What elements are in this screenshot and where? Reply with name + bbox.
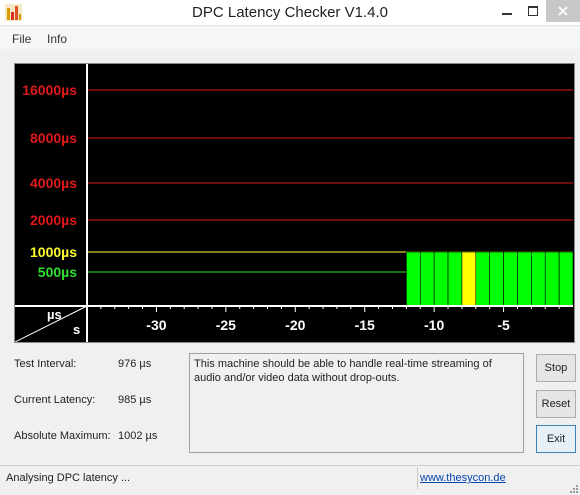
maximize-button[interactable] (520, 0, 546, 22)
latency-bar (447, 251, 463, 307)
menu-file[interactable]: File (12, 32, 31, 46)
latency-bar (475, 251, 490, 307)
x-tick-label: -30 (146, 317, 166, 333)
stop-button[interactable]: Stop (536, 354, 576, 382)
y-level-label: 4000µs (30, 175, 77, 191)
window-title: DPC Latency Checker V1.4.0 (192, 4, 388, 21)
current-latency-label: Current Latency: (14, 394, 96, 406)
latency-bar (503, 251, 518, 307)
title-bar: DPC Latency Checker V1.4.0 (0, 0, 580, 26)
resize-grip-icon[interactable] (568, 483, 578, 493)
y-level-label: 1000µs (30, 244, 77, 260)
close-button[interactable] (546, 0, 580, 22)
maximize-icon (528, 6, 538, 16)
status-bar: Analysing DPC latency ... www.thesycon.d… (0, 465, 580, 495)
latency-chart: 16000µs 8000µs 4000µs 2000µs 1000µs 500µs µs s -… (14, 63, 575, 343)
y-level-label: 8000µs (30, 130, 77, 146)
latency-bar (489, 251, 504, 307)
status-message-box: This machine should be able to handle re… (189, 353, 524, 453)
latency-bar (517, 251, 532, 307)
status-text: Analysing DPC latency ... (6, 472, 131, 484)
latency-bar (406, 251, 421, 307)
y-level-label: 2000µs (30, 212, 77, 228)
status-divider (417, 467, 418, 489)
latency-bar (419, 251, 435, 307)
latency-bar (531, 251, 546, 307)
latency-bar (461, 251, 477, 307)
absolute-maximum-value: 1002 µs (118, 430, 158, 442)
website-link[interactable]: www.thesycon.de (420, 472, 506, 484)
x-tick-label: -20 (285, 317, 305, 333)
minimize-button[interactable] (494, 0, 520, 22)
close-icon (558, 6, 568, 16)
x-tick-label: -5 (497, 317, 510, 333)
y-level-label: 16000µs (22, 82, 77, 98)
test-interval-value: 976 µs (118, 358, 152, 370)
latency-chart-svg: 16000µs 8000µs 4000µs 2000µs 1000µs 500µs µss -… (15, 64, 574, 342)
absolute-maximum-label: Absolute Maximum: (14, 430, 111, 442)
x-axis-unit-label: s (73, 322, 80, 337)
latency-bar (558, 251, 574, 307)
current-latency-value: 985 µs (118, 394, 152, 406)
menu-info[interactable]: Info (47, 32, 67, 46)
y-level-label: 500µs (38, 264, 77, 280)
exit-button[interactable]: Exit (536, 425, 576, 453)
x-tick-label: -25 (216, 317, 236, 333)
y-axis-unit-label: µs (47, 307, 62, 322)
menu-bar: File Info (0, 27, 580, 49)
x-tick-label: -10 (424, 317, 444, 333)
minimize-icon (502, 13, 512, 15)
latency-bar (544, 251, 560, 307)
x-tick-label: -15 (355, 317, 375, 333)
test-interval-label: Test Interval: (14, 358, 77, 370)
latency-bar (433, 251, 449, 307)
reset-button[interactable]: Reset (536, 390, 576, 418)
